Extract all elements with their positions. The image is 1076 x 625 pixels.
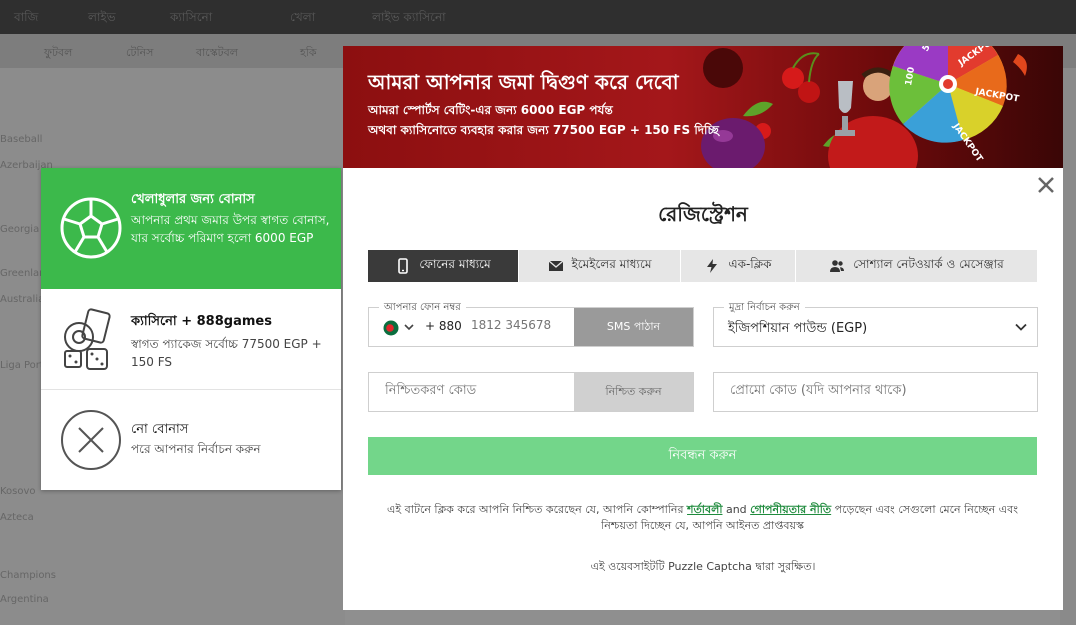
banner-subtitle: আমরা স্পোর্টস বেটিং-এর জন্য 6000 EGP পর্… <box>368 103 613 117</box>
tab-label: এক-ক্লিক <box>728 257 772 271</box>
nav-item[interactable]: লাইভ ক্যাসিনো <box>372 9 446 29</box>
chevron-down-icon[interactable] <box>404 323 414 331</box>
tab-label: ফোনের মাধ্যমে <box>419 257 491 271</box>
country-code: + 880 <box>425 319 462 333</box>
confirmation-code-field[interactable]: নিশ্চিত করুন <box>368 372 694 412</box>
confirm-code-button[interactable]: নিশ্চিত করুন <box>574 373 693 411</box>
banner-title: আমরা আপনার জমা দ্বিগুণ করে দেবো <box>368 70 679 94</box>
sidebar-row: Kosovo <box>0 486 36 497</box>
promo-code-input[interactable] <box>728 382 1027 399</box>
bonus-selection-panel: খেলাধুলার জন্য বোনাস আপনার প্রথম জমার উপ… <box>41 168 341 490</box>
bangladesh-flag-icon[interactable] <box>383 320 399 336</box>
site-header: বাজি লাইভ ক্যাসিনো খেলা লাইভ ক্যাসিনো <box>0 0 1076 34</box>
bonus-title: নো বোনাস <box>131 422 189 437</box>
chevron-down-icon <box>1015 323 1027 331</box>
tab-one-click[interactable]: এক-ক্লিক <box>681 250 796 282</box>
tab-label: ইমেইলের মাধ্যমে <box>571 257 652 271</box>
bonus-option-none[interactable]: নো বোনাস পরে আপনার নির্বাচন করুন <box>41 390 341 490</box>
subnav-item[interactable]: টেনিস <box>126 44 153 63</box>
sidebar-row: Australia <box>0 294 45 305</box>
register-button[interactable]: নিবন্ধন করুন <box>368 437 1037 475</box>
soccer-ball-icon <box>60 197 122 259</box>
tab-phone[interactable]: ফোনের মাধ্যমে <box>368 250 519 282</box>
banner-art: JACKPOT JACKPOT JACKPOT 100 500 <box>701 46 1027 168</box>
promo-code-field[interactable] <box>713 372 1038 412</box>
casino-chips-icon <box>64 308 111 370</box>
phone-icon <box>398 258 409 274</box>
tab-social[interactable]: সোশ্যাল নেটওয়ার্ক ও মেসেঞ্জার <box>796 250 1037 282</box>
tab-label: সোশ্যাল নেটওয়ার্ক ও মেসেঞ্জার <box>853 257 1004 271</box>
legal-text: এই বাটনে ক্লিক করে আপনি নিশ্চিত করেছেন য… <box>387 503 684 516</box>
sidebar-row: Baseball <box>0 134 43 145</box>
subnav-item[interactable]: ফুটবল <box>44 44 72 63</box>
bonus-description: আপনার প্রথম জমার উপর স্বাগত বোনাস, যার স… <box>131 213 330 245</box>
confirmation-code-input[interactable] <box>383 382 572 399</box>
registration-modal: JACKPOT JACKPOT JACKPOT 100 500 আমরা আপন… <box>343 46 1063 610</box>
bonus-description: স্বাগত প্যাকেজ সর্বোচ্চ 77500 EGP + 150 … <box>131 337 322 369</box>
phone-label: আপনার ফোন নম্বর <box>379 300 466 317</box>
nav-item[interactable]: খেলা <box>290 9 315 29</box>
captcha-notice: এই ওয়েবসাইটটি Puzzle Captcha দ্বারা সুর… <box>590 560 816 573</box>
registration-title: রেজিস্ট্রেশন <box>658 202 748 226</box>
sidebar-row: Champions <box>0 570 56 581</box>
close-icon[interactable] <box>1035 174 1057 196</box>
currency-label: মুদ্রা নির্বাচন করুন <box>724 300 805 317</box>
send-sms-button[interactable]: SMS পাঠান <box>574 308 693 346</box>
nav-item[interactable]: বাজি <box>14 9 38 29</box>
banner-subtitle: অথবা ক্যাসিনোতে ব্যবহার করার জন্য 77500 … <box>368 123 719 137</box>
promo-banner: JACKPOT JACKPOT JACKPOT 100 500 আমরা আপন… <box>343 46 1063 168</box>
bonus-title: ক্যাসিনো + 888games <box>131 314 272 329</box>
lightning-icon <box>707 259 718 273</box>
sidebar-row: Georgia <box>0 224 40 235</box>
sidebar-row: Argentina <box>0 594 49 605</box>
phone-field[interactable]: আপনার ফোন নম্বর + 880 SMS পাঠান <box>368 300 694 347</box>
nav-item[interactable]: ক্যাসিনো <box>170 9 212 29</box>
currency-value: ইজিপশিয়ান পাউন্ড (EGP) <box>728 321 868 336</box>
users-icon <box>830 260 845 272</box>
subnav-item[interactable]: বাস্কেটবল <box>196 44 238 63</box>
privacy-policy-link[interactable]: গোপনীয়তার নীতি <box>750 503 831 516</box>
legal-notice: এই বাটনে ক্লিক করে আপনি নিশ্চিত করেছেন য… <box>368 502 1037 534</box>
phone-input[interactable] <box>469 317 573 333</box>
no-bonus-icon <box>61 410 121 470</box>
bonus-option-sports[interactable]: খেলাধুলার জন্য বোনাস আপনার প্রথম জমার উপ… <box>41 168 341 289</box>
bonus-title: খেলাধুলার জন্য বোনাস <box>131 192 255 207</box>
sidebar-row: Azteca <box>0 512 34 523</box>
subnav-item[interactable]: হকি <box>300 44 317 63</box>
email-icon <box>548 260 563 271</box>
registration-method-tabs: ফোনের মাধ্যমে ইমেইলের মাধ্যমে এক-ক্লিক স… <box>368 250 1037 282</box>
currency-select[interactable]: মুদ্রা নির্বাচন করুন ইজিপশিয়ান পাউন্ড (… <box>713 300 1038 347</box>
bonus-option-casino[interactable]: ক্যাসিনো + 888games স্বাগত প্যাকেজ সর্বো… <box>41 289 341 390</box>
tab-email[interactable]: ইমেইলের মাধ্যমে <box>519 250 681 282</box>
bonus-description: পরে আপনার নির্বাচন করুন <box>131 442 261 456</box>
terms-link[interactable]: শর্তাবলী <box>687 503 722 516</box>
nav-item[interactable]: লাইভ <box>88 9 116 29</box>
legal-text: and <box>725 503 747 516</box>
